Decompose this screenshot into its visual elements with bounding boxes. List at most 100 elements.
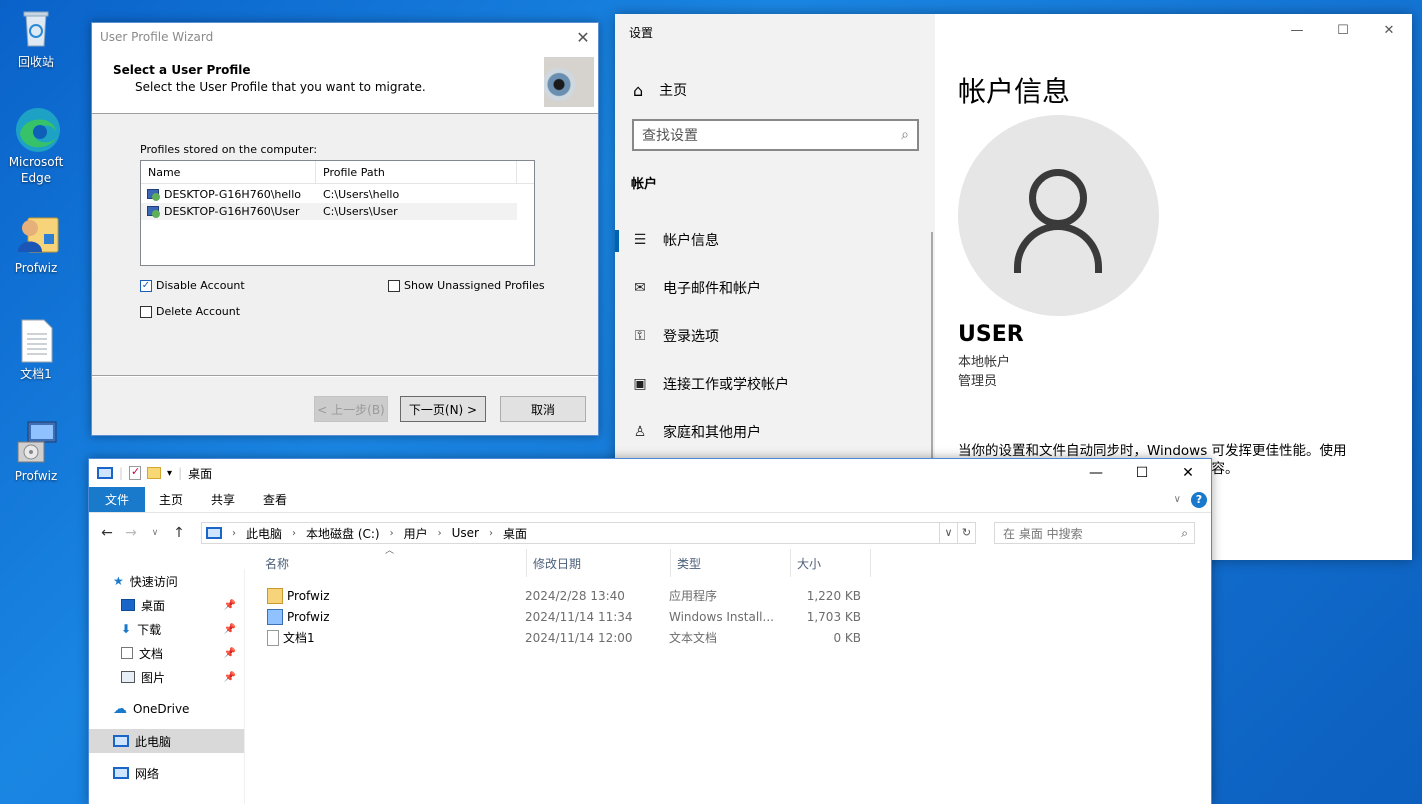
profile-row-selected[interactable]: DESKTOP-G16H760\User C:\Users\User	[141, 203, 517, 220]
computer-icon[interactable]	[97, 467, 113, 479]
customize-toolbar-icon[interactable]: ▾	[167, 468, 172, 479]
chevron-down-icon[interactable]: ∨	[939, 523, 957, 543]
sidebar-item-pictures[interactable]: 图片 📌	[89, 665, 244, 689]
pictures-icon	[121, 671, 135, 683]
account-type: 本地帐户	[958, 355, 1011, 370]
column-header-type[interactable]: 类型	[671, 549, 791, 577]
expand-ribbon-icon[interactable]: ∨	[1174, 494, 1181, 505]
close-icon[interactable]: ✕	[1366, 14, 1412, 46]
settings-search-input[interactable]: 查找设置 ⌕	[632, 119, 919, 151]
nav-item-label: 登录选项	[663, 329, 719, 345]
minimize-icon[interactable]: —	[1073, 459, 1119, 487]
address-bar[interactable]: › 此电脑 › 本地磁盘 (C:) › 用户 › User › 桌面 ∨ ↻	[201, 522, 976, 544]
delete-account-checkbox[interactable]: Delete Account	[140, 305, 240, 318]
key-icon: ⚿	[634, 328, 646, 344]
sidebar-item-quick-access[interactable]: ★ 快速访问	[89, 569, 244, 593]
close-icon[interactable]: ✕	[568, 28, 598, 47]
tab-home[interactable]: 主页	[145, 487, 197, 512]
sidebar-item-onedrive[interactable]: ☁ OneDrive	[89, 697, 244, 721]
nav-item-work-school[interactable]: ▣ 连接工作或学校帐户	[615, 360, 931, 408]
column-header-profile-path[interactable]: Profile Path	[316, 161, 517, 183]
wizard-header: Select a User Profile Select the User Pr…	[92, 51, 598, 114]
recent-locations-icon[interactable]: ∨	[147, 528, 163, 538]
desktop-icon-edge[interactable]: Microsoft Edge	[1, 106, 71, 186]
nav-item-family-users[interactable]: ♙ 家庭和其他用户	[615, 408, 931, 456]
file-row[interactable]: Profwiz 2024/11/14 11:34 Windows Install…	[265, 606, 1211, 627]
back-arrow-icon[interactable]: ←	[99, 525, 115, 541]
settings-app-title: 设置	[629, 26, 654, 40]
maximize-icon[interactable]: ☐	[1119, 459, 1165, 487]
pin-icon[interactable]: 📌	[224, 672, 236, 683]
breadcrumb-item[interactable]: 此电脑	[246, 525, 282, 542]
breadcrumb-item[interactable]: 用户	[404, 525, 428, 542]
refresh-icon[interactable]: ↻	[957, 523, 975, 543]
nav-item-sign-in-options[interactable]: ⚿ 登录选项	[615, 312, 931, 360]
next-button[interactable]: 下一页(N) >	[400, 396, 486, 422]
profiles-listbox[interactable]: Name Profile Path DESKTOP-G16H760\hello …	[140, 160, 535, 266]
nav-item-label: 家庭和其他用户	[663, 425, 761, 441]
profile-row[interactable]: DESKTOP-G16H760\hello C:\Users\hello	[141, 186, 534, 203]
wizard-titlebar[interactable]: User Profile Wizard ✕	[92, 23, 598, 51]
cancel-button[interactable]: 取消	[500, 396, 586, 422]
column-header-name[interactable]: 名称	[265, 549, 527, 577]
breadcrumb-item[interactable]: 本地磁盘 (C:)	[306, 525, 380, 542]
profile-name: DESKTOP-G16H760\hello	[164, 188, 301, 201]
sidebar-item-this-pc[interactable]: 此电脑	[89, 729, 244, 753]
file-row[interactable]: Profwiz 2024/2/28 13:40 应用程序 1,220 KB	[265, 585, 1211, 606]
avatar[interactable]	[958, 115, 1159, 316]
chevron-right-icon[interactable]: ›	[390, 528, 394, 539]
search-icon: ⌕	[901, 127, 909, 143]
tab-view[interactable]: 查看	[249, 487, 301, 512]
desktop-icon-document[interactable]: 文档1	[1, 318, 71, 382]
sidebar-item-desktop[interactable]: 桌面 📌	[89, 593, 244, 617]
sidebar-item-label: 桌面	[141, 598, 166, 613]
chevron-right-icon[interactable]: ›	[438, 528, 442, 539]
tab-file[interactable]: 文件	[89, 487, 145, 512]
sidebar-item-network[interactable]: 网络	[89, 761, 244, 785]
sidebar-item-documents[interactable]: 文档 📌	[89, 641, 244, 665]
file-size: 1,703 KB	[806, 609, 861, 624]
forward-arrow-icon[interactable]: →	[123, 525, 139, 541]
properties-icon[interactable]	[129, 465, 142, 480]
nav-item-email-accounts[interactable]: ✉ 电子邮件和帐户	[615, 264, 931, 312]
profiles-label: Profiles stored on the computer:	[140, 143, 318, 156]
desktop-icon-profwiz-installer[interactable]: Profwiz	[1, 420, 71, 484]
chevron-right-icon[interactable]: ›	[232, 528, 236, 539]
pin-icon[interactable]: 📌	[224, 648, 236, 659]
column-header-name[interactable]: Name	[141, 161, 316, 183]
file-row[interactable]: 文档1 2024/11/14 12:00 文本文档 0 KB	[265, 627, 1211, 648]
nav-home[interactable]: ⌂ 主页	[633, 80, 687, 100]
close-icon[interactable]: ✕	[1165, 459, 1211, 487]
maximize-icon[interactable]: ☐	[1320, 14, 1366, 46]
explorer-titlebar[interactable]: | ▾ | 桌面 — ☐ ✕	[89, 459, 1211, 487]
pin-icon[interactable]: 📌	[224, 600, 236, 611]
sidebar-item-label: 此电脑	[135, 734, 172, 749]
wizard-separator	[92, 375, 598, 377]
minimize-icon[interactable]: —	[1274, 14, 1320, 46]
chevron-right-icon[interactable]: ›	[292, 528, 296, 539]
show-unassigned-checkbox[interactable]: Show Unassigned Profiles	[388, 279, 545, 292]
back-button[interactable]: < 上一步(B)	[314, 396, 388, 422]
pin-icon[interactable]: 📌	[224, 624, 236, 635]
sidebar-item-downloads[interactable]: ⬇ 下载 📌	[89, 617, 244, 641]
computer-icon	[206, 527, 222, 539]
nav-scrollbar[interactable]	[931, 232, 933, 482]
search-placeholder: 查找设置	[642, 128, 698, 144]
explorer-search-input[interactable]: 在 桌面 中搜索 ⌕	[994, 522, 1195, 544]
nav-item-account-info[interactable]: ☰ 帐户信息	[615, 216, 931, 264]
documents-icon	[121, 647, 133, 659]
breadcrumb-item[interactable]: 桌面	[503, 525, 527, 542]
disable-account-checkbox[interactable]: ✓ Disable Account	[140, 279, 245, 292]
user-profile-icon	[147, 188, 161, 201]
breadcrumb-item[interactable]: User	[452, 526, 479, 540]
desktop-icon-profwiz-folder[interactable]: Profwiz	[1, 212, 71, 276]
help-icon[interactable]: ?	[1191, 491, 1207, 508]
column-header-size[interactable]: 大小	[791, 549, 871, 577]
installer-icon	[267, 608, 283, 625]
desktop-icon-recycle-bin[interactable]: 回收站	[1, 6, 71, 70]
new-folder-icon[interactable]	[147, 467, 162, 479]
chevron-right-icon[interactable]: ›	[489, 528, 493, 539]
tab-share[interactable]: 共享	[197, 487, 249, 512]
up-arrow-icon[interactable]: ↑	[171, 525, 187, 541]
column-header-date[interactable]: 修改日期	[527, 549, 671, 577]
